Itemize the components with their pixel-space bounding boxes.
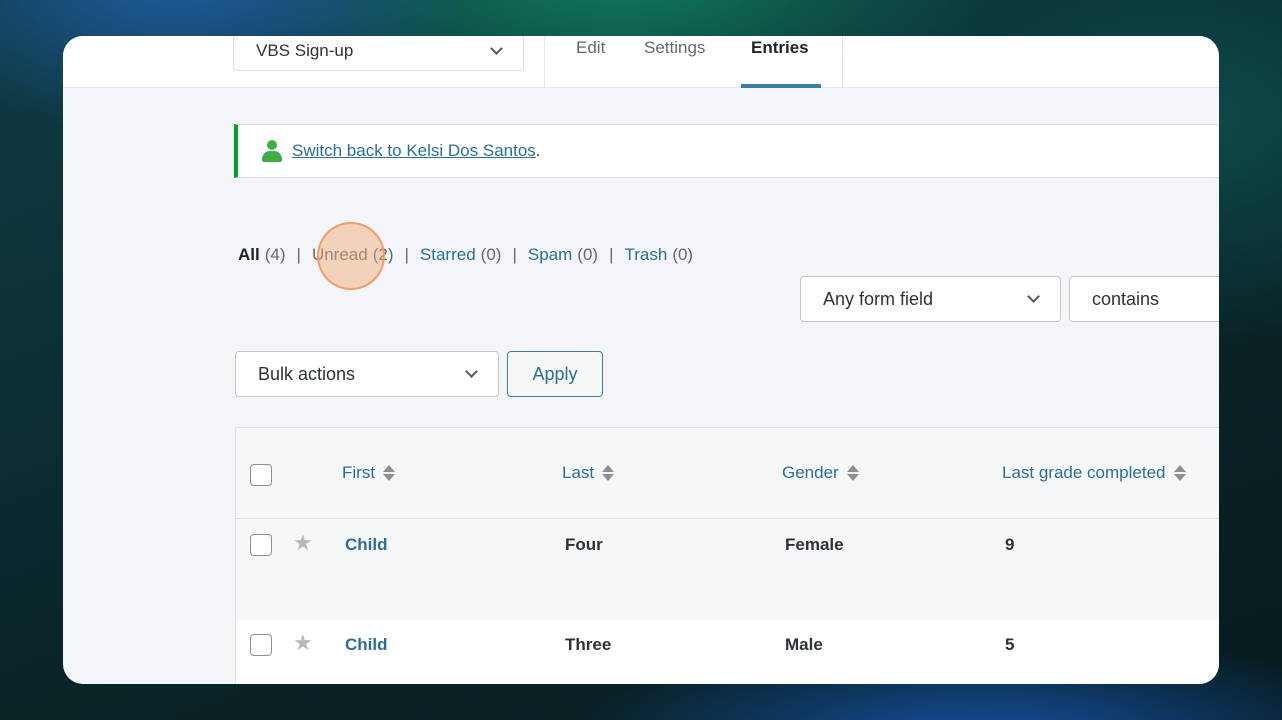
app-window: VBS Sign-up Edit Settings Entries Switch… [63, 36, 1219, 684]
entry-first-link[interactable]: Child [345, 535, 388, 555]
filter-separator: | [296, 245, 301, 264]
select-all-checkbox[interactable] [250, 464, 272, 486]
search-operator-value: contains [1092, 288, 1160, 309]
column-header-gender[interactable]: Gender [782, 463, 859, 483]
filter-spam[interactable]: Spam [528, 245, 572, 265]
entry-last: Three [565, 635, 612, 654]
top-bar: VBS Sign-up Edit Settings Entries [63, 36, 1219, 88]
table-row: ★ Child Three Male 5 [236, 620, 1219, 684]
search-field-value: Any form field [823, 288, 934, 309]
entries-table: First Last Gender Last grade completed ★… [235, 427, 1219, 684]
filter-separator: | [404, 245, 409, 264]
row-checkbox[interactable] [250, 634, 272, 656]
filter-trash[interactable]: Trash [624, 245, 667, 265]
column-header-label: First [342, 463, 376, 482]
divider [544, 36, 545, 88]
search-operator-select[interactable]: contains [1069, 276, 1219, 322]
entry-first-link[interactable]: Child [345, 635, 388, 655]
filter-trash-count: (0) [672, 245, 694, 264]
column-header-last[interactable]: Last [562, 463, 615, 483]
table-header: First Last Gender Last grade completed [236, 428, 1219, 519]
chevron-down-icon [1027, 290, 1040, 303]
sort-icon [846, 465, 859, 481]
entry-gender: Female [785, 535, 844, 554]
filter-separator: | [512, 245, 517, 264]
column-header-first[interactable]: First [342, 463, 396, 483]
row-checkbox[interactable] [250, 534, 272, 556]
filter-all[interactable]: All [238, 245, 260, 265]
tab-settings[interactable]: Settings [644, 36, 705, 88]
form-selector-dropdown[interactable]: VBS Sign-up [233, 36, 524, 71]
star-icon[interactable]: ★ [293, 630, 313, 656]
filter-separator: | [609, 245, 614, 264]
entry-last: Four [565, 535, 603, 554]
sort-icon [383, 465, 396, 481]
tab-edit[interactable]: Edit [576, 36, 605, 88]
sort-icon [602, 465, 615, 481]
switch-user-notice: Switch back to Kelsi Dos Santos. [234, 124, 1219, 178]
active-tab-indicator [741, 84, 821, 88]
entry-grade: 9 [1005, 535, 1015, 554]
form-selector-value: VBS Sign-up [256, 40, 354, 60]
column-header-grade[interactable]: Last grade completed [1002, 463, 1186, 483]
column-header-label: Gender [782, 463, 839, 482]
user-icon [262, 140, 282, 162]
apply-button[interactable]: Apply [507, 351, 603, 397]
star-icon[interactable]: ★ [293, 530, 313, 556]
filter-starred-count: (0) [480, 245, 502, 264]
filter-all-count: (4) [264, 245, 286, 264]
chevron-down-icon [465, 365, 478, 378]
search-field-select[interactable]: Any form field [800, 276, 1061, 322]
bulk-actions-value: Bulk actions [258, 363, 356, 384]
column-header-label: Last grade completed [1002, 463, 1166, 482]
switch-back-link[interactable]: Switch back to Kelsi Dos Santos [292, 141, 536, 161]
entry-gender: Male [785, 635, 823, 654]
chevron-down-icon [490, 41, 503, 55]
table-row: ★ Child Four Female 9 [236, 520, 1219, 620]
entry-filters: All (4) | Unread (2) | Starred (0) | Spa… [238, 245, 693, 265]
notice-suffix: . [535, 141, 541, 160]
filter-starred[interactable]: Starred [420, 245, 476, 265]
entry-grade: 5 [1005, 635, 1015, 654]
click-indicator [317, 222, 385, 290]
column-header-label: Last [562, 463, 595, 482]
divider [842, 36, 843, 88]
tab-entries[interactable]: Entries [751, 36, 809, 88]
bulk-actions-select[interactable]: Bulk actions [235, 351, 499, 397]
filter-spam-count: (0) [577, 245, 599, 264]
sort-icon [1173, 465, 1186, 481]
